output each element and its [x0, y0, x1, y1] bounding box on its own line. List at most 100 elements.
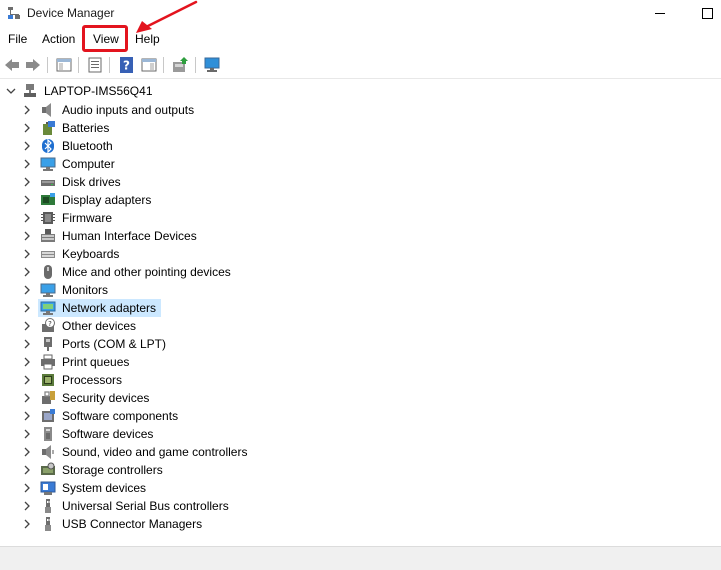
chevron-right-icon[interactable] — [22, 375, 32, 385]
tree-category-item[interactable]: Monitors — [38, 281, 113, 299]
chevron-right-icon[interactable] — [22, 339, 32, 349]
tree-category-item[interactable]: Human Interface Devices — [38, 227, 202, 245]
tree-category-item[interactable]: Display adapters — [38, 191, 156, 209]
chevron-right-icon[interactable] — [22, 519, 32, 529]
tree-category[interactable]: ? Other devices — [22, 317, 141, 335]
tree-category-item[interactable]: Software components — [38, 407, 183, 425]
tree-category-item[interactable]: System devices — [38, 479, 151, 497]
tree-category[interactable]: Display adapters — [22, 191, 156, 209]
tree-category[interactable]: Firmware — [22, 209, 117, 227]
chevron-right-icon[interactable] — [22, 285, 32, 295]
chevron-right-icon[interactable] — [22, 465, 32, 475]
tree-category[interactable]: Processors — [22, 371, 127, 389]
tree-category-item[interactable]: Firmware — [38, 209, 117, 227]
tree-category[interactable]: System devices — [22, 479, 151, 497]
tree-category[interactable]: Security devices — [22, 389, 154, 407]
tree-category[interactable]: Print queues — [22, 353, 134, 371]
tree-category-item[interactable]: Audio inputs and outputs — [38, 101, 199, 119]
chevron-right-icon[interactable] — [22, 303, 32, 313]
chevron-right-icon[interactable] — [22, 501, 32, 511]
tree-category[interactable]: Audio inputs and outputs — [22, 101, 199, 119]
tree-category[interactable]: Ports (COM & LPT) — [22, 335, 171, 353]
usb-connector-icon — [45, 517, 51, 531]
arrow-left-icon[interactable] — [3, 56, 21, 74]
tree-category-label: Keyboards — [62, 247, 120, 261]
console-tree-icon[interactable] — [55, 56, 73, 74]
tree-category[interactable]: Monitors — [22, 281, 113, 299]
toolbar: ? — [0, 52, 721, 79]
tree-category-label: Storage controllers — [62, 463, 163, 477]
chevron-right-icon[interactable] — [22, 411, 32, 421]
tree-category-item[interactable]: Processors — [38, 371, 127, 389]
minimize-button[interactable] — [655, 13, 665, 14]
tree-category[interactable]: Software devices — [22, 425, 158, 443]
tree-category-item[interactable]: Bluetooth — [38, 137, 118, 155]
chevron-right-icon[interactable] — [22, 393, 32, 403]
chevron-right-icon[interactable] — [22, 357, 32, 367]
tree-category-item[interactable]: Ports (COM & LPT) — [38, 335, 171, 353]
tree-category-label: Universal Serial Bus controllers — [62, 499, 229, 513]
action-pane-icon[interactable] — [140, 56, 158, 74]
tree-category-item[interactable]: Mice and other pointing devices — [38, 263, 236, 281]
tree-root[interactable]: LAPTOP-IMS56Q41 — [6, 82, 156, 100]
chevron-right-icon[interactable] — [22, 123, 32, 133]
tree-category[interactable]: Sound, video and game controllers — [22, 443, 252, 461]
arrow-right-icon[interactable] — [24, 56, 42, 74]
tree-category-item[interactable]: Computer — [38, 155, 120, 173]
chevron-right-icon[interactable] — [22, 321, 32, 331]
tree-category[interactable]: Human Interface Devices — [22, 227, 202, 245]
network-adapter-icon — [40, 301, 56, 315]
tree-category-item[interactable]: Batteries — [38, 119, 114, 137]
tree-category[interactable]: Storage controllers — [22, 461, 168, 479]
software-component-icon — [42, 409, 55, 422]
chevron-down-icon[interactable] — [6, 86, 16, 96]
tree-category-item[interactable]: USB Connector Managers — [38, 515, 207, 533]
display-adapter-icon — [41, 193, 55, 205]
chevron-right-icon[interactable] — [22, 249, 32, 259]
tree-category-label: Batteries — [62, 121, 110, 135]
tree-category-item[interactable]: Disk drives — [38, 173, 126, 191]
tree-category[interactable]: Computer — [22, 155, 120, 173]
tree-category[interactable]: Network adapters — [22, 299, 162, 317]
toolbar-separator — [109, 57, 110, 73]
chevron-right-icon[interactable] — [22, 213, 32, 223]
tree-category-item[interactable]: Network adapters — [38, 299, 162, 317]
menu-file[interactable]: File — [8, 32, 27, 46]
tree-category[interactable]: Mice and other pointing devices — [22, 263, 236, 281]
chevron-right-icon[interactable] — [22, 141, 32, 151]
help-icon[interactable]: ? — [118, 56, 136, 74]
tree-category-item[interactable]: ? Other devices — [38, 317, 141, 335]
chevron-right-icon[interactable] — [22, 267, 32, 277]
tree-category[interactable]: Bluetooth — [22, 137, 118, 155]
other-devices-icon: ? — [42, 318, 55, 332]
tree-category-item[interactable]: Security devices — [38, 389, 154, 407]
chevron-right-icon[interactable] — [22, 429, 32, 439]
tree-category-item[interactable]: Storage controllers — [38, 461, 168, 479]
chevron-right-icon[interactable] — [22, 177, 32, 187]
chevron-right-icon[interactable] — [22, 483, 32, 493]
tree-category-item[interactable]: Sound, video and game controllers — [38, 443, 252, 461]
bluetooth-icon — [42, 138, 54, 154]
tree-category-item[interactable]: Print queues — [38, 353, 134, 371]
tree-category[interactable]: Disk drives — [22, 173, 126, 191]
chevron-right-icon[interactable] — [22, 231, 32, 241]
monitor-scan-icon[interactable] — [203, 56, 221, 74]
chevron-right-icon[interactable] — [22, 447, 32, 457]
chevron-right-icon[interactable] — [22, 159, 32, 169]
tree-category-label: Network adapters — [62, 301, 157, 315]
tree-category[interactable]: Keyboards — [22, 245, 124, 263]
tree-category[interactable]: USB Connector Managers — [22, 515, 207, 533]
tree-category-item[interactable]: Keyboards — [38, 245, 124, 263]
menu-action[interactable]: Action — [42, 32, 75, 46]
properties-icon[interactable] — [86, 56, 104, 74]
tree-category[interactable]: Software components — [22, 407, 183, 425]
maximize-button[interactable] — [702, 8, 713, 19]
chevron-right-icon[interactable] — [22, 195, 32, 205]
tree-category-item[interactable]: Universal Serial Bus controllers — [38, 497, 234, 515]
system-device-icon — [40, 481, 56, 495]
tree-category-item[interactable]: Software devices — [38, 425, 158, 443]
tree-category[interactable]: Batteries — [22, 119, 114, 137]
update-driver-icon[interactable] — [171, 56, 189, 74]
chevron-right-icon[interactable] — [22, 105, 32, 115]
tree-category[interactable]: Universal Serial Bus controllers — [22, 497, 234, 515]
